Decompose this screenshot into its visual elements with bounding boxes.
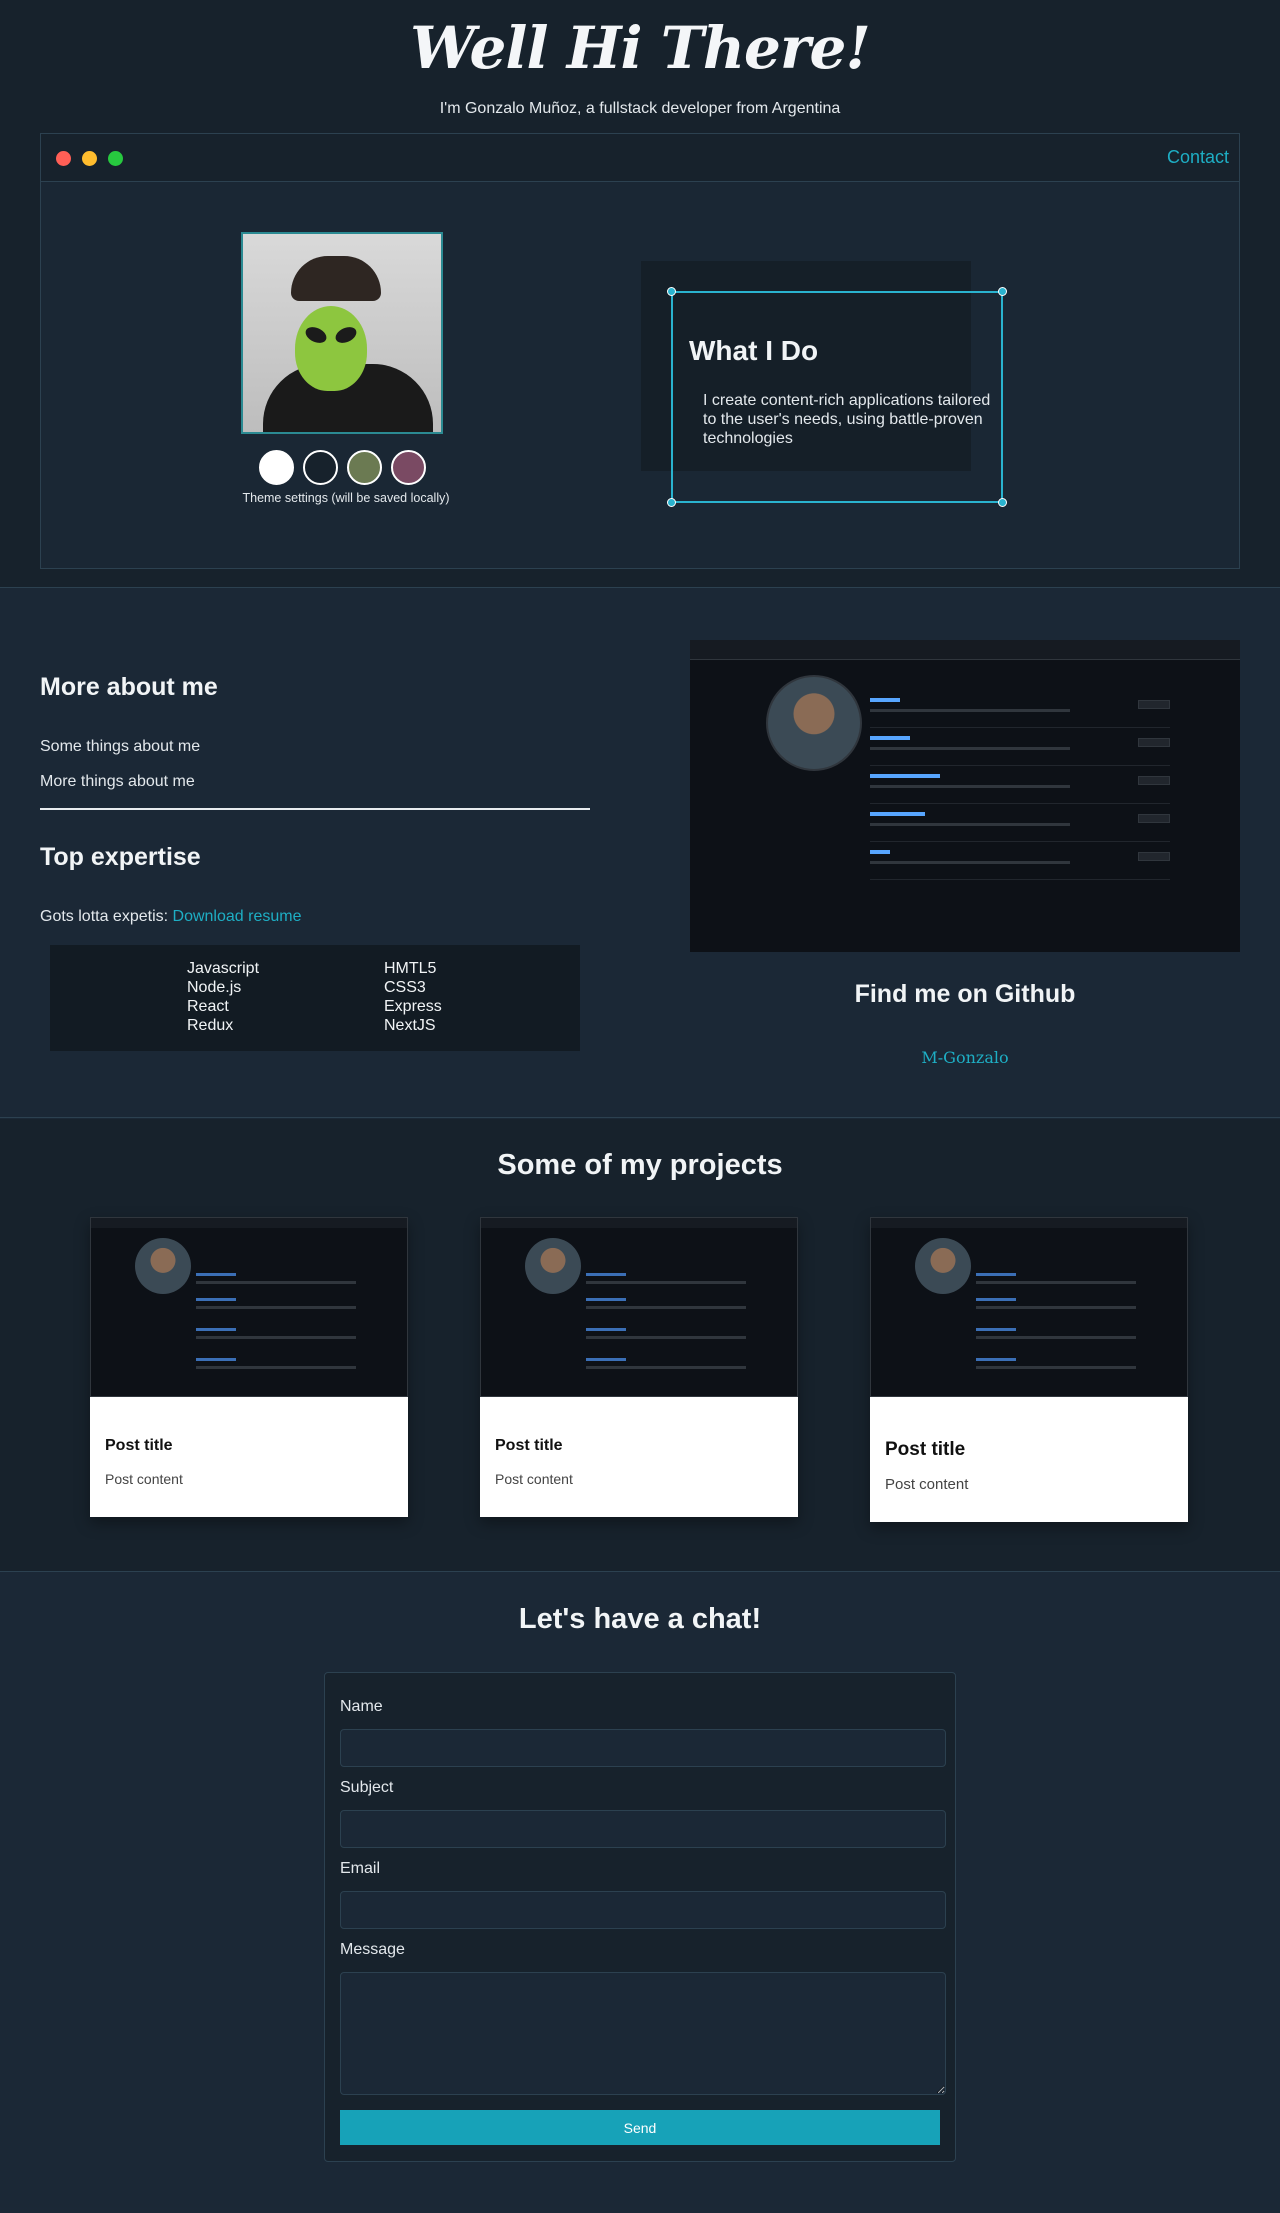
skills-column-2: HMTL5 CSS3 Express NextJS <box>384 959 442 1035</box>
skills-column-1: Javascript Node.js React Redux <box>187 959 259 1035</box>
github-avatar <box>766 675 862 771</box>
send-button[interactable]: Send <box>340 2110 940 2145</box>
skill-item: Node.js <box>187 979 242 996</box>
name-field[interactable] <box>340 1729 946 1767</box>
post-title: Post title <box>105 1437 173 1454</box>
message-field[interactable] <box>340 1972 946 2095</box>
what-i-do-card: What I Do I create content-rich applicat… <box>667 287 1007 507</box>
profile-photo <box>241 232 443 434</box>
about-divider <box>40 808 590 810</box>
window-titlebar: Contact <box>41 134 1239 182</box>
theme-swatch-dark[interactable] <box>303 450 338 485</box>
hero-title: Well Hi There! <box>410 14 871 82</box>
post-content: Post content <box>105 1471 183 1487</box>
resize-handle-icon <box>998 498 1007 507</box>
minimize-dot-icon <box>82 151 97 166</box>
maximize-dot-icon <box>108 151 123 166</box>
alien-emoji-icon <box>295 306 367 391</box>
projects-title: Some of my projects <box>497 1149 783 1181</box>
github-username-link[interactable]: M-Gonzalo <box>690 1048 1240 1067</box>
projects-section: Some of my projects Post title Post cont… <box>0 1119 1280 1572</box>
post-content: Post content <box>495 1471 573 1487</box>
github-profile-screenshot <box>690 640 1240 952</box>
project-thumbnail <box>480 1217 798 1397</box>
project-thumbnail <box>90 1217 408 1397</box>
project-card[interactable]: Post title Post content <box>90 1217 408 1517</box>
skill-item: NextJS <box>384 1017 436 1034</box>
message-label: Message <box>340 1941 405 1958</box>
expertise-title: Top expertise <box>40 843 201 871</box>
contact-section: Let's have a chat! Name Subject Email Me… <box>0 1573 1280 2213</box>
resize-handle-icon <box>667 287 676 296</box>
subject-label: Subject <box>340 1779 394 1796</box>
post-content: Post content <box>885 1476 969 1493</box>
resize-handle-icon <box>667 498 676 507</box>
resize-handle-icon <box>998 287 1007 296</box>
chat-title: Let's have a chat! <box>518 1603 762 1635</box>
project-card[interactable]: Post title Post content <box>870 1217 1188 1522</box>
hero-section: Well Hi There! I'm Gonzalo Muñoz, a full… <box>0 0 1280 588</box>
intro-window: Contact Theme settings (will be saved lo… <box>40 133 1240 569</box>
close-dot-icon <box>56 151 71 166</box>
theme-swatches <box>259 450 426 485</box>
post-title: Post title <box>885 1439 966 1460</box>
about-line-1: Some things about me <box>40 738 201 755</box>
about-title: More about me <box>40 673 218 701</box>
name-label: Name <box>340 1698 383 1715</box>
about-section: More about me Some things about me More … <box>0 588 1280 1118</box>
theme-swatch-white[interactable] <box>259 450 294 485</box>
contact-link[interactable]: Contact <box>1167 147 1229 168</box>
what-i-do-title: What I Do <box>689 335 819 366</box>
github-repo-list <box>870 690 1170 880</box>
post-title: Post title <box>495 1437 563 1454</box>
skill-item: CSS3 <box>384 979 426 996</box>
github-title: Find me on Github <box>854 980 1076 1008</box>
skills-table: Javascript Node.js React Redux HMTL5 CSS… <box>50 945 580 1051</box>
theme-swatch-olive[interactable] <box>347 450 382 485</box>
skill-item: Javascript <box>187 960 260 977</box>
download-resume-link[interactable]: Download resume <box>173 908 302 925</box>
what-i-do-text: I create content-rich applications tailo… <box>703 392 991 447</box>
theme-settings-label: Theme settings (will be saved locally) <box>242 491 450 505</box>
email-field[interactable] <box>340 1891 946 1929</box>
skill-item: Express <box>384 998 442 1015</box>
email-label: Email <box>340 1860 381 1877</box>
hero-subtitle: I'm Gonzalo Muñoz, a fullstack developer… <box>439 100 841 117</box>
theme-swatch-plum[interactable] <box>391 450 426 485</box>
resume-line: Gots lotta expetis: Download resume <box>40 908 301 926</box>
skill-item: React <box>187 998 229 1015</box>
skill-item: HMTL5 <box>384 960 437 977</box>
contact-form: Name Subject Email Message Send <box>324 1672 956 2162</box>
subject-field[interactable] <box>340 1810 946 1848</box>
project-thumbnail <box>870 1217 1188 1397</box>
project-card[interactable]: Post title Post content <box>480 1217 798 1517</box>
about-line-2: More things about me <box>40 773 195 790</box>
skill-item: Redux <box>187 1017 234 1034</box>
resume-prefix: Gots lotta expetis: <box>40 908 169 925</box>
